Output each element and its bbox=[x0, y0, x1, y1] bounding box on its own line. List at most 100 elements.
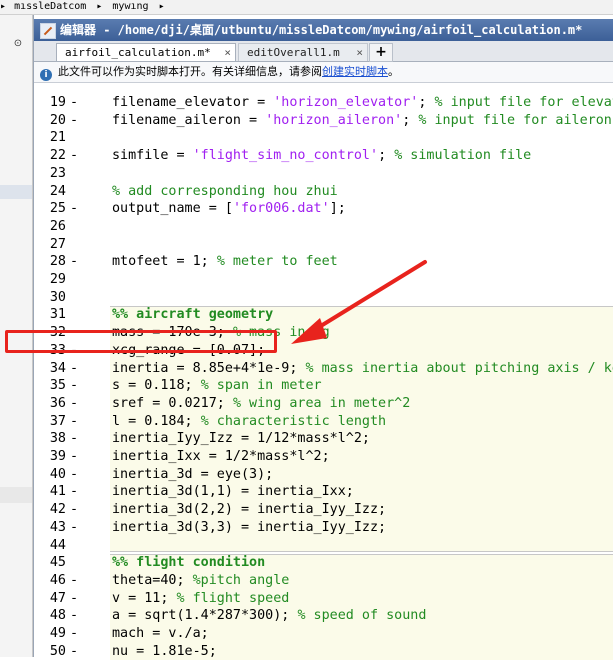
code-line[interactable]: 35-s = 0.118; % span in meter bbox=[34, 377, 613, 395]
line-number: 48 bbox=[34, 607, 66, 625]
window-title: 编辑器 - /home/dji/桌面/utbuntu/missleDatcom/… bbox=[60, 23, 582, 37]
breakpoint-marker[interactable]: - bbox=[70, 572, 78, 590]
code-line[interactable]: 23 bbox=[34, 165, 613, 183]
code-line[interactable]: 48-a = sqrt(1.4*287*300); % speed of sou… bbox=[34, 607, 613, 625]
code-line[interactable]: 20-filename_aileron = 'horizon_aileron';… bbox=[34, 112, 613, 130]
code-plain: sref = 0.0217; bbox=[112, 396, 233, 411]
line-number: 25 bbox=[34, 200, 66, 218]
code-plain: s = 0.118; bbox=[112, 378, 201, 393]
code-line[interactable]: 43-inertia_3d(3,3) = inertia_Iyy_Izz; bbox=[34, 519, 613, 537]
breakpoint-marker[interactable]: - bbox=[70, 200, 78, 218]
file-list-selected-row[interactable] bbox=[0, 185, 32, 199]
breadcrumb-item-mywing[interactable]: mywıng bbox=[112, 0, 148, 13]
code-string: 'horizon_elevator' bbox=[273, 95, 418, 110]
code-line[interactable]: 37-l = 0.184; % characteristic length bbox=[34, 413, 613, 431]
breakpoint-marker[interactable]: - bbox=[70, 360, 78, 378]
new-tab-button[interactable]: + bbox=[369, 43, 393, 62]
breakpoint-marker[interactable]: - bbox=[70, 112, 78, 130]
breakpoint-marker[interactable]: - bbox=[70, 430, 78, 448]
code-line[interactable]: 25-output_name = ['for006.dat']; bbox=[34, 200, 613, 218]
code-comment: %pitch angle bbox=[193, 573, 290, 588]
code-line[interactable]: 42- inertia_3d(2,2) = inertia_Iyy_Izz; bbox=[34, 501, 613, 519]
code-plain: ; bbox=[402, 113, 418, 128]
breakpoint-marker[interactable]: - bbox=[70, 483, 78, 501]
code-line[interactable]: 40-inertia_3d = eye(3); bbox=[34, 466, 613, 484]
code-line[interactable]: 39-inertia_Ixx = 1/2*mass*l^2; bbox=[34, 448, 613, 466]
line-number: 20 bbox=[34, 112, 66, 130]
line-number: 40 bbox=[34, 466, 66, 484]
close-icon[interactable]: × bbox=[356, 44, 363, 62]
code-line[interactable]: 47-v = 11; % flight speed bbox=[34, 590, 613, 608]
code-text: filename_elevator = 'horizon_elevator'; … bbox=[112, 94, 613, 112]
code-text: mtofeet = 1; % meter to feet bbox=[112, 253, 338, 271]
line-number: 23 bbox=[34, 165, 66, 183]
line-number: 21 bbox=[34, 129, 66, 147]
info-banner: i此文件可以作为实时脚本打开。有关详细信息，请参阅创建实时脚本。 bbox=[34, 62, 613, 83]
info-text: 此文件可以作为实时脚本打开。有关详细信息，请参阅 bbox=[58, 65, 322, 78]
code-line[interactable]: 26 bbox=[34, 218, 613, 236]
breakpoint-marker[interactable]: - bbox=[70, 466, 78, 484]
code-comment: % meter to feet bbox=[217, 254, 338, 269]
code-line[interactable]: 22-simfile = 'flight_sim_no_control'; % … bbox=[34, 147, 613, 165]
breakpoint-marker[interactable]: - bbox=[70, 643, 78, 660]
breakpoint-marker[interactable]: - bbox=[70, 607, 78, 625]
code-plain: inertia = 8.85e+4*1e-9; bbox=[112, 361, 305, 376]
create-live-script-link[interactable]: 创建实时脚本 bbox=[322, 65, 388, 78]
code-line[interactable]: 50-nu = 1.81e-5; bbox=[34, 643, 613, 660]
breakpoint-marker[interactable]: - bbox=[70, 625, 78, 643]
code-line[interactable]: 27 bbox=[34, 236, 613, 254]
code-text: s = 0.118; % span in meter bbox=[112, 377, 322, 395]
code-text: nu = 1.81e-5; bbox=[112, 643, 217, 660]
code-plain: inertia_3d(1,1) = inertia_Ixx; bbox=[112, 484, 354, 499]
code-line[interactable]: 29 bbox=[34, 271, 613, 289]
breakpoint-marker[interactable]: - bbox=[70, 94, 78, 112]
panel-menu-icon[interactable]: ⊙ bbox=[10, 37, 26, 51]
breakpoint-marker[interactable]: - bbox=[70, 448, 78, 466]
code-line[interactable]: 21 bbox=[34, 129, 613, 147]
code-line[interactable]: 28-mtofeet = 1; % meter to feet bbox=[34, 253, 613, 271]
code-line[interactable]: 38-inertia_Iyy_Izz = 1/12*mass*l^2; bbox=[34, 430, 613, 448]
breakpoint-marker[interactable]: - bbox=[70, 377, 78, 395]
code-comment: % mass inertia about pitching axis / kg bbox=[305, 361, 613, 376]
code-line[interactable]: 30 bbox=[34, 289, 613, 307]
breakpoint-marker[interactable]: - bbox=[70, 519, 78, 537]
breakpoint-marker[interactable]: - bbox=[70, 253, 78, 271]
tab-editoverall1[interactable]: editOverall1.m × bbox=[238, 43, 368, 61]
code-text: inertia = 8.85e+4*1e-9; % mass inertia a… bbox=[112, 360, 613, 378]
code-comment: % add corresponding hou zhui bbox=[112, 184, 338, 199]
breakpoint-marker[interactable]: - bbox=[70, 413, 78, 431]
breadcrumb-item-missledatcom[interactable]: mıssleDatcom bbox=[14, 0, 86, 13]
code-comment: % span in meter bbox=[201, 378, 322, 393]
code-line[interactable]: 46-theta=40; %pitch angle bbox=[34, 572, 613, 590]
code-text: inertia_3d(1,1) = inertia_Ixx; bbox=[112, 483, 354, 501]
line-number: 43 bbox=[34, 519, 66, 537]
line-number: 42 bbox=[34, 501, 66, 519]
file-list-row[interactable] bbox=[0, 487, 32, 503]
code-line[interactable]: 19-filename_elevator = 'horizon_elevator… bbox=[34, 94, 613, 112]
code-line[interactable]: 24% add corresponding hou zhui bbox=[34, 183, 613, 201]
breakpoint-marker[interactable]: - bbox=[70, 590, 78, 608]
code-line[interactable]: 41-inertia_3d(1,1) = inertia_Ixx; bbox=[34, 483, 613, 501]
code-plain: ]; bbox=[330, 201, 346, 216]
breakpoint-marker[interactable]: - bbox=[70, 501, 78, 519]
code-line[interactable]: 49-mach = v./a; bbox=[34, 625, 613, 643]
breakpoint-marker[interactable]: - bbox=[70, 395, 78, 413]
editor-title-bar: 编辑器 - /home/dji/桌面/utbuntu/missleDatcom/… bbox=[34, 19, 613, 41]
code-line[interactable]: 36-sref = 0.0217; % wing area in meter^2 bbox=[34, 395, 613, 413]
close-icon[interactable]: × bbox=[224, 44, 231, 62]
code-line[interactable]: 44 bbox=[34, 537, 613, 555]
line-number: 37 bbox=[34, 413, 66, 431]
code-plain: inertia_3d(2,2) = inertia_Iyy_Izz; bbox=[112, 502, 386, 517]
code-plain: a = sqrt(1.4*287*300); bbox=[112, 608, 297, 623]
breadcrumb: ▸ mıssleDatcom ▸ mywıng ▸ bbox=[0, 0, 613, 15]
code-line[interactable]: 31%% aircraft geometry bbox=[34, 306, 613, 324]
code-editor[interactable]: 19-filename_elevator = 'horizon_elevator… bbox=[34, 83, 613, 657]
code-text: %% aircraft geometry bbox=[112, 306, 273, 324]
tab-airfoil-calculation[interactable]: airfoil_calculation.m* × bbox=[56, 43, 236, 61]
code-comment: % input file for aileron bbox=[418, 113, 611, 128]
breadcrumb-sep-icon: ▸ bbox=[159, 0, 165, 13]
breakpoint-marker[interactable]: - bbox=[70, 147, 78, 165]
tab-label: editOverall1.m bbox=[247, 46, 340, 59]
code-line[interactable]: 45%% flight condition bbox=[34, 554, 613, 572]
code-line[interactable]: 34-inertia = 8.85e+4*1e-9; % mass inerti… bbox=[34, 360, 613, 378]
